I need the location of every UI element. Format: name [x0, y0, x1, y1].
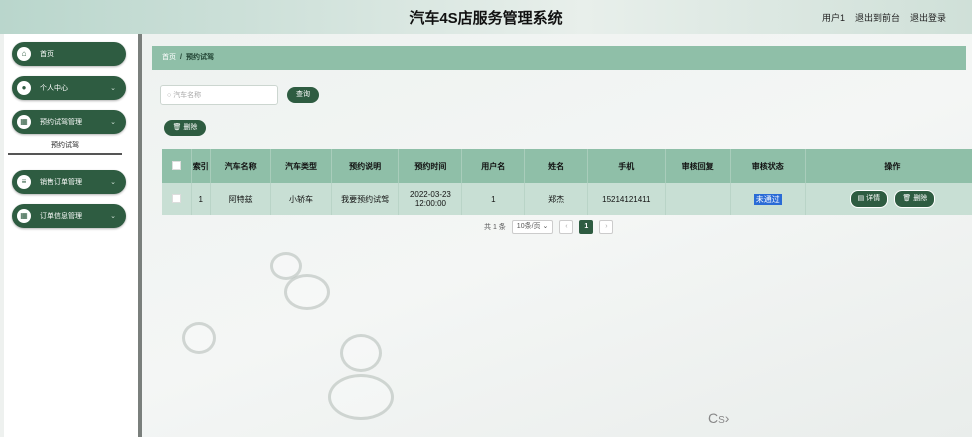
watermark-logo: CS› — [708, 410, 730, 426]
sidebar-item-label: 个人中心 — [40, 85, 68, 92]
sidebar-subitem-test-drive[interactable]: 预约试驾 — [8, 139, 122, 155]
delete-label: 删除 — [913, 195, 928, 202]
cell-status: 未通过 — [730, 183, 806, 215]
breadcrumb-separator: / — [180, 54, 182, 61]
column-header: 索引 — [191, 149, 211, 183]
top-bar: 汽车4S店服务管理系统 用户1 退出到前台 退出登录 — [0, 0, 972, 34]
cell-name: 郑杰 — [524, 183, 589, 215]
water-drop-decoration — [182, 322, 216, 354]
water-drop-decoration — [328, 374, 394, 420]
page-number[interactable]: 1 — [579, 220, 594, 234]
pagination-total: 共 1 条 — [484, 224, 506, 231]
cell-reply — [665, 183, 731, 215]
column-header: 操作 — [805, 149, 972, 183]
page-size-value: 10条/页 — [516, 223, 541, 230]
list-icon: ≡ — [17, 175, 31, 189]
cell-username: 1 — [461, 183, 526, 215]
trash-icon: 🗑 — [172, 124, 182, 131]
column-header: 预约时间 — [398, 149, 463, 183]
next-page-button[interactable]: › — [599, 220, 614, 234]
column-header: 预约说明 — [331, 149, 400, 183]
breadcrumb-home[interactable]: 首页 — [162, 54, 176, 61]
sidebar-item-label: 销售订单管理 — [40, 179, 82, 186]
grid-icon: ▦ — [17, 115, 31, 129]
chevron-down-icon: ⌄ — [542, 223, 549, 230]
delete-row-button[interactable]: 🗑 删除 — [894, 190, 936, 208]
trash-icon: 🗑 — [902, 195, 914, 202]
column-header: 用户名 — [461, 149, 526, 183]
back-to-front-link[interactable]: 退出到前台 — [855, 11, 900, 24]
sidebar-item-label: 首页 — [40, 51, 54, 58]
breadcrumb-current: 预约试驾 — [185, 54, 214, 61]
cell-index: 1 — [191, 183, 211, 215]
chevron-down-icon: ⌄ — [110, 85, 116, 92]
sidebar-item-sales-orders[interactable]: ≡ 销售订单管理 ⌄ — [12, 170, 126, 194]
prev-page-button[interactable]: ‹ — [559, 220, 574, 234]
column-header: 审核回复 — [665, 149, 731, 183]
test-drive-table: 索引 汽车名称 汽车类型 预约说明 预约时间 用户名 姓名 手机 审核回复 审核… — [162, 149, 972, 215]
detail-label: 详情 — [866, 195, 881, 202]
search-placeholder: 汽车名称 — [173, 92, 202, 99]
pagination: 共 1 条 10条/页 ⌄ ‹ 1 › — [484, 220, 614, 234]
sidebar-item-order-info[interactable]: ▦ 订单信息管理 ⌄ — [12, 204, 126, 228]
chevron-down-icon: ⌄ — [110, 119, 116, 126]
row-checkbox[interactable] — [162, 183, 192, 215]
select-all-checkbox[interactable] — [162, 149, 192, 183]
logout-link[interactable]: 退出登录 — [910, 11, 946, 24]
grid-icon: ▦ — [17, 209, 31, 223]
table-header-row: 索引 汽车名称 汽车类型 预约说明 预约时间 用户名 姓名 手机 审核回复 审核… — [162, 149, 972, 183]
status-badge: 未通过 — [753, 193, 782, 205]
column-header: 汽车类型 — [270, 149, 332, 183]
table-row: 1 阿特兹 小轿车 我要预约试驾 2022-03-23 12:00:00 1 郑… — [162, 183, 972, 215]
chevron-down-icon: ⌄ — [110, 213, 116, 220]
detail-button[interactable]: ▤ 详情 — [849, 190, 889, 208]
sidebar-item-label: 预约试驾管理 — [40, 119, 82, 126]
column-header: 姓名 — [524, 149, 589, 183]
cell-actions: ▤ 详情 🗑 删除 — [805, 183, 972, 215]
column-header: 审核状态 — [730, 149, 806, 183]
sidebar-item-home[interactable]: ⌂ 首页 — [12, 42, 126, 66]
current-user: 用户1 — [821, 13, 845, 23]
chevron-left-icon: ‹ — [565, 223, 568, 230]
delete-label: 删除 — [183, 124, 198, 131]
cell-time: 2022-03-23 12:00:00 — [398, 183, 463, 215]
cell-car-name: 阿特兹 — [210, 183, 272, 215]
home-icon: ⌂ — [17, 47, 31, 61]
document-icon: ▤ — [857, 195, 867, 202]
column-header: 汽车名称 — [210, 149, 272, 183]
person-icon: ● — [17, 81, 31, 95]
top-actions: 用户1 退出到前台 退出登录 — [822, 11, 946, 24]
main-content: 首页 / 预约试驾 ○ 汽车名称 查询 🗑 删除 索引 汽车名称 汽车类型 预约说明… — [142, 34, 972, 437]
chevron-right-icon: › — [605, 223, 608, 230]
water-drop-decoration — [284, 274, 330, 310]
breadcrumb: 首页 / 预约试驾 — [152, 46, 966, 70]
cell-phone: 15214121411 — [587, 183, 666, 215]
batch-delete-button[interactable]: 🗑 删除 — [164, 120, 206, 136]
sidebar-item-label: 订单信息管理 — [40, 213, 82, 220]
search-icon: ○ — [167, 92, 172, 99]
cell-car-type: 小轿车 — [270, 183, 332, 215]
water-drop-decoration — [340, 334, 382, 372]
sidebar-item-test-drive[interactable]: ▦ 预约试驾管理 ⌄ — [12, 110, 126, 134]
car-name-search-input[interactable]: ○ 汽车名称 — [160, 85, 278, 105]
page-size-select[interactable]: 10条/页 ⌄ — [511, 220, 554, 234]
query-button[interactable]: 查询 — [287, 87, 319, 103]
sidebar: ⌂ 首页 ● 个人中心 ⌄ ▦ 预约试驾管理 ⌄ 预约试驾 ≡ 销售订单管理 ⌄… — [4, 34, 142, 437]
chevron-down-icon: ⌄ — [110, 179, 116, 186]
column-header: 手机 — [587, 149, 666, 183]
sidebar-item-personal-center[interactable]: ● 个人中心 ⌄ — [12, 76, 126, 100]
cell-note: 我要预约试驾 — [331, 183, 400, 215]
